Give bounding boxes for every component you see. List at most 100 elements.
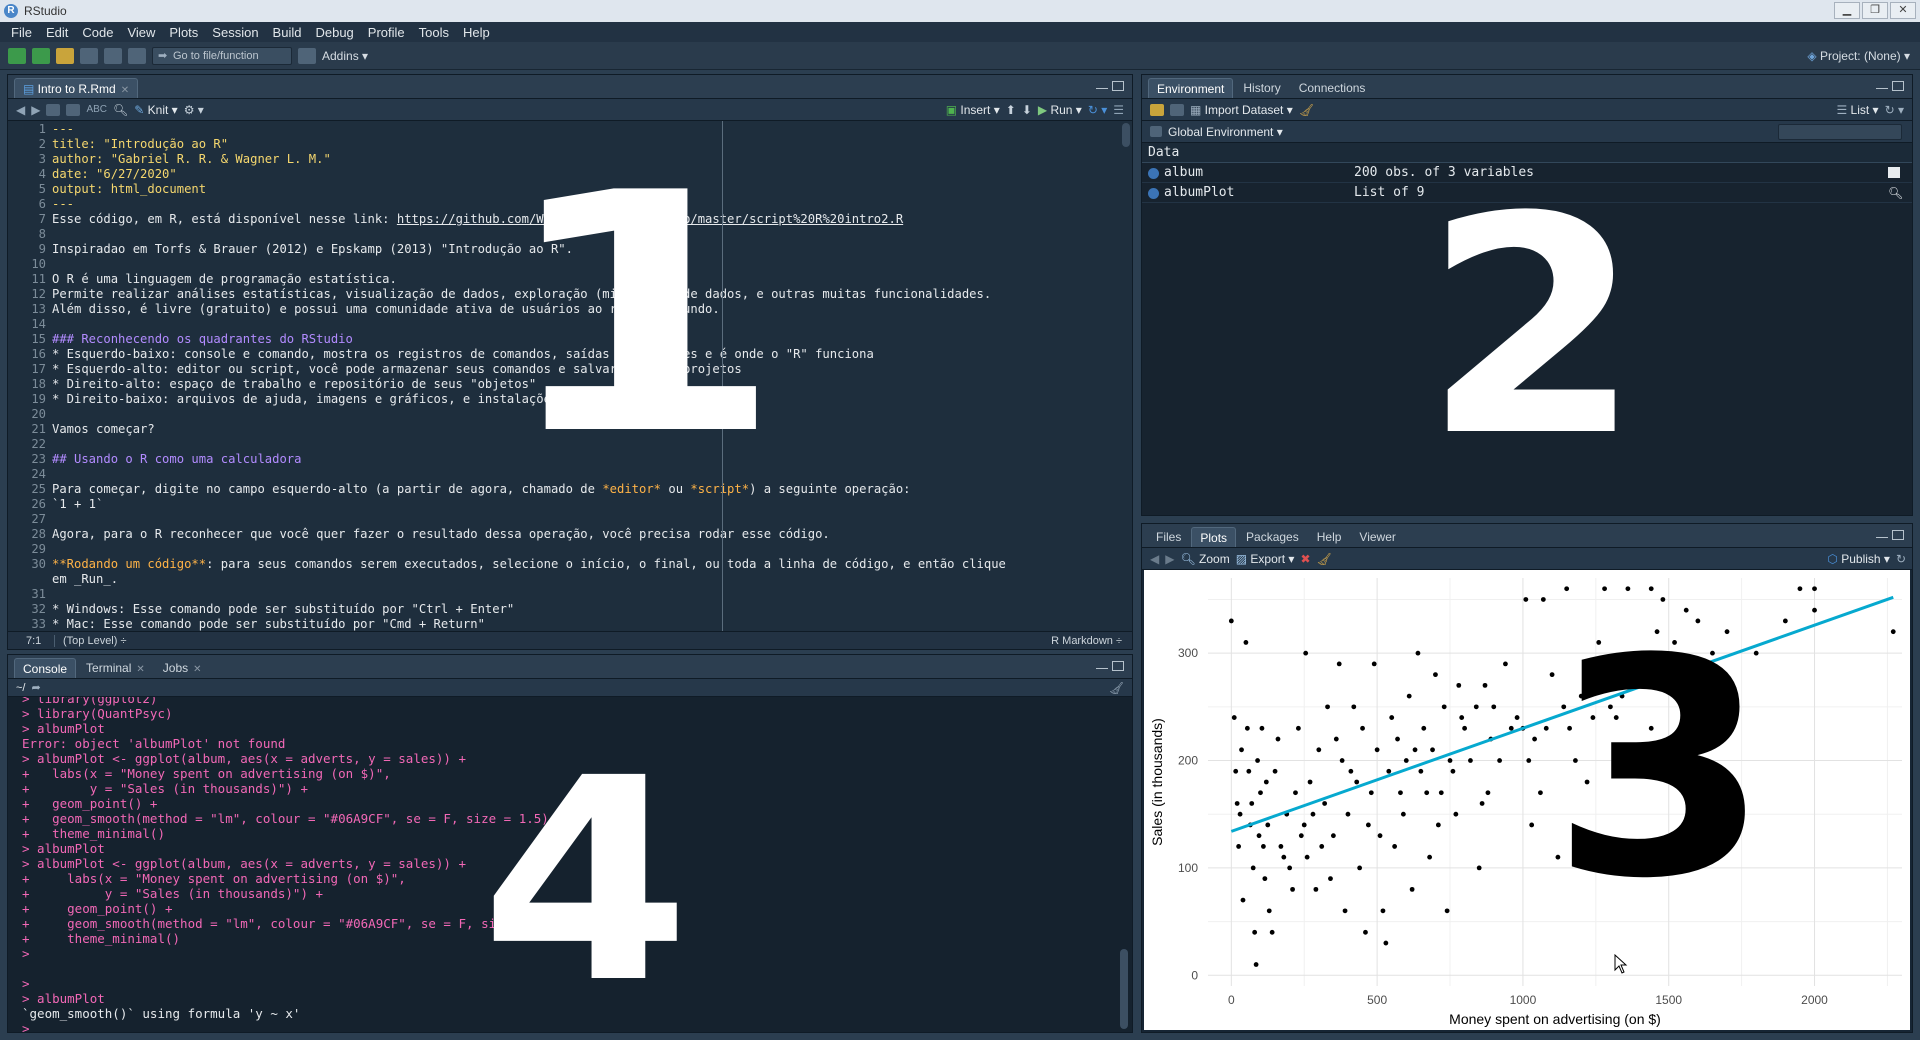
run-button[interactable]: ▶ Run ▾: [1038, 103, 1082, 117]
data-point: [1797, 586, 1803, 592]
load-workspace-icon[interactable]: [1150, 103, 1164, 116]
minimize-pane-icon[interactable]: [1876, 537, 1888, 540]
forward-arrow-icon[interactable]: ▶: [31, 103, 40, 117]
settings-gear-icon[interactable]: ⚙ ▾: [184, 103, 204, 117]
tab-jobs[interactable]: Jobs ✕: [155, 658, 210, 678]
insert-chunk-button[interactable]: ▣ Insert ▾: [946, 103, 1000, 117]
data-point: [1398, 790, 1403, 796]
close-tab-icon[interactable]: ✕: [121, 85, 129, 96]
save-current-icon[interactable]: [66, 103, 81, 116]
data-point: [1435, 822, 1441, 828]
clear-console-broom-icon[interactable]: 🧹︎: [1109, 681, 1124, 695]
data-point: [1441, 704, 1447, 710]
open-file-icon[interactable]: [56, 47, 74, 64]
previous-plot-icon[interactable]: ◀: [1150, 552, 1159, 566]
menu-build[interactable]: Build: [266, 25, 309, 40]
menu-profile[interactable]: Profile: [361, 25, 412, 40]
view-table-icon[interactable]: [1888, 167, 1900, 178]
export-button[interactable]: ▨ Export ▾: [1236, 552, 1295, 566]
clear-plots-broom-icon[interactable]: 🧹︎: [1317, 552, 1332, 566]
tab-files[interactable]: Files: [1148, 527, 1189, 547]
new-file-icon[interactable]: [8, 47, 26, 64]
project-menu[interactable]: Project: (None) ▾: [1807, 49, 1910, 63]
minimize-pane-icon[interactable]: [1096, 668, 1108, 671]
data-point: [1782, 618, 1788, 624]
data-point: [1476, 865, 1482, 871]
menu-view[interactable]: View: [120, 25, 162, 40]
menu-help[interactable]: Help: [456, 25, 497, 40]
save-icon[interactable]: [80, 47, 98, 64]
menu-edit[interactable]: Edit: [39, 25, 75, 40]
new-project-icon[interactable]: [32, 47, 50, 64]
addins-menu[interactable]: Addins ▾: [322, 49, 368, 63]
zoom-button[interactable]: 🔍︎ Zoom: [1180, 552, 1229, 566]
publish-button[interactable]: ⬡ Publish ▾: [1827, 552, 1890, 566]
save-all-icon[interactable]: [104, 47, 122, 64]
next-plot-icon[interactable]: ▶: [1165, 552, 1174, 566]
x-tick-label: 2000: [1801, 993, 1828, 1007]
save-workspace-icon[interactable]: [1170, 103, 1184, 116]
tab-environment[interactable]: Environment: [1148, 78, 1234, 98]
spellcheck-icon[interactable]: ABC: [86, 104, 107, 115]
tab-connections[interactable]: Connections: [1291, 78, 1374, 98]
menu-tools[interactable]: Tools: [412, 25, 456, 40]
inspect-search-icon[interactable]: 🔍︎: [1888, 183, 1903, 200]
tab-viewer[interactable]: Viewer: [1351, 527, 1403, 547]
tab-console[interactable]: Console: [14, 658, 77, 678]
expand-icon[interactable]: [1148, 188, 1159, 199]
minimize-pane-icon[interactable]: [1096, 88, 1108, 91]
menu-session[interactable]: Session: [205, 25, 265, 40]
menu-code[interactable]: Code: [75, 25, 120, 40]
tab-history[interactable]: History: [1235, 78, 1288, 98]
refresh-icon[interactable]: ↻ ▾: [1885, 103, 1904, 117]
restore-window-button[interactable]: ❐: [1862, 2, 1888, 19]
code-token: * Windows: Esse comando pode ser substit…: [52, 602, 515, 616]
refresh-plot-icon[interactable]: ↻: [1896, 552, 1906, 566]
list-view-button[interactable]: ☰ List ▾: [1836, 103, 1878, 117]
workspace-panes-icon[interactable]: [298, 47, 316, 64]
import-dataset-button[interactable]: ▦ Import Dataset ▾: [1190, 103, 1293, 117]
tab-help[interactable]: Help: [1309, 527, 1350, 547]
back-arrow-icon[interactable]: ◀: [16, 103, 25, 117]
code-token: Inspiradao em Torfs & Brauer (2012) e Ep…: [52, 242, 573, 256]
tab-plots[interactable]: Plots: [1191, 527, 1237, 547]
menu-debug[interactable]: Debug: [308, 25, 360, 40]
chunk-down-arrow-icon[interactable]: ⬇: [1022, 103, 1032, 117]
editor-scrollbar[interactable]: [1122, 123, 1130, 147]
menu-plots[interactable]: Plots: [162, 25, 205, 40]
global-environment-dropdown[interactable]: Global Environment ▾: [1168, 125, 1283, 139]
knit-button[interactable]: ✎ Knit ▾: [134, 103, 177, 117]
environment-search-input[interactable]: [1778, 124, 1902, 140]
document-mode[interactable]: R Markdown ÷: [1051, 635, 1122, 647]
tab-intro-to-r-rmd[interactable]: ▤ Intro to R.Rmd ✕: [14, 78, 139, 98]
expand-icon[interactable]: [1148, 168, 1159, 179]
minimize-pane-icon[interactable]: [1876, 88, 1888, 91]
clear-workspace-broom-icon[interactable]: 🧹︎: [1299, 103, 1314, 117]
scope-indicator[interactable]: (Top Level) ÷: [54, 634, 127, 647]
tab-terminal[interactable]: Terminal ✕: [78, 658, 153, 678]
menu-file[interactable]: File: [4, 25, 39, 40]
rerun-icon[interactable]: ↻ ▾: [1088, 103, 1107, 117]
maximize-pane-icon[interactable]: [1112, 81, 1124, 91]
data-point: [1345, 811, 1351, 817]
print-icon[interactable]: [128, 47, 146, 64]
find-icon[interactable]: 🔍︎: [113, 103, 128, 117]
maximize-pane-icon[interactable]: [1112, 661, 1124, 671]
maximize-pane-icon[interactable]: [1892, 530, 1904, 540]
open-directory-arrow-icon[interactable]: ➦: [31, 681, 40, 694]
go-to-file-input[interactable]: Go to file/function: [152, 46, 292, 65]
outline-icon[interactable]: ☰: [1113, 103, 1124, 117]
data-point: [1295, 725, 1301, 731]
close-window-button[interactable]: ✕: [1890, 2, 1916, 19]
minimize-window-button[interactable]: ▁: [1834, 2, 1860, 19]
maximize-pane-icon[interactable]: [1892, 81, 1904, 91]
show-in-window-icon[interactable]: [46, 103, 61, 116]
close-tab-icon[interactable]: ✕: [136, 664, 144, 675]
console-scrollbar[interactable]: [1120, 949, 1128, 1029]
tab-packages[interactable]: Packages: [1238, 527, 1307, 547]
close-tab-icon[interactable]: ✕: [193, 664, 201, 675]
remove-plot-icon[interactable]: ✖: [1300, 552, 1310, 566]
data-point: [1278, 844, 1284, 849]
line-number: 12: [31, 287, 46, 301]
chunk-up-arrow-icon[interactable]: ⬆: [1006, 103, 1016, 117]
